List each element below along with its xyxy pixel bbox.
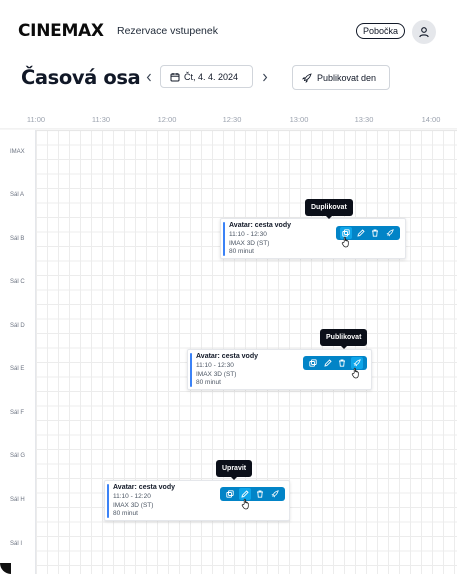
next-day-button[interactable] [259,70,271,84]
publish-button[interactable] [384,227,396,239]
hall-label-a: Sál A [10,192,25,198]
page-title: Časová osa [21,66,141,89]
calendar-icon [170,72,180,81]
publish-day-label: Publikovat den [317,72,377,83]
grid-divider [0,128,457,132]
time-label: 12:30 [222,115,242,124]
event-format: IMAX 3D (ST) [196,371,237,378]
user-icon [419,27,429,38]
event-duration: 80 minut [229,248,254,255]
event-color-bar [107,484,109,518]
event-card[interactable]: Avatar: cesta vody 11:10 - 12:30 IMAX 3D… [220,218,406,259]
hall-label-i: Sál I [10,541,23,547]
user-menu-button[interactable] [412,20,436,44]
delete-icon [256,490,263,498]
hall-label-f: Sál F [10,410,25,416]
time-label: 14:00 [421,115,441,124]
event-time: 11:10 - 12:20 [113,493,151,500]
event-duration: 80 minut [113,510,138,517]
branch-button[interactable]: Pobočka [356,23,406,39]
chevron-right-icon [263,73,268,81]
time-axis: 11:00 11:30 12:00 12:30 13:00 13:30 14:0… [0,110,457,130]
delete-button[interactable] [254,488,266,500]
edit-icon [241,490,249,498]
publish-day-button[interactable]: Publikovat den [292,65,390,90]
publish-icon [386,229,394,237]
edit-icon [357,229,365,237]
hall-label-imax: IMAX [10,149,25,155]
time-label: 13:00 [289,115,309,124]
prev-day-button[interactable] [143,70,155,84]
duplicate-button[interactable] [307,357,319,369]
hall-label-g: Sál G [10,453,26,459]
event-title: Avatar: cesta vody [229,222,291,229]
time-label: 12:00 [157,115,177,124]
event-format: IMAX 3D (ST) [113,502,154,509]
publish-button[interactable] [269,488,281,500]
event-color-bar [223,222,225,256]
hall-label-b: Sál B [10,236,25,242]
publish-icon [353,359,361,367]
duplicate-icon [226,490,235,498]
tooltip-edit: Upravit [216,460,253,480]
delete-button[interactable] [369,227,381,239]
date-label: Čt, 4. 4. 2024 [184,71,239,82]
rocket-icon [302,72,312,83]
duplicate-button[interactable] [224,488,236,500]
hall-label-c: Sál C [10,279,25,285]
event-duration: 80 minut [196,379,221,386]
app-header: CINEMAX Rezervace vstupenek Pobočka [0,0,457,62]
time-label: 11:00 [26,115,46,124]
time-label: 11:30 [91,115,111,124]
tooltip-duplicate: Duplikovat [305,199,353,219]
event-actions [220,487,285,501]
event-card[interactable]: Avatar: cesta vody 11:10 - 12:20 IMAX 3D… [104,480,290,521]
hand-cursor-icon [241,498,249,510]
hall-column: IMAX Sál A Sál B Sál C Sál D Sál E Sál F… [0,130,36,574]
time-label: 13:30 [354,115,374,124]
event-format: IMAX 3D (ST) [229,240,270,247]
event-time: 11:10 - 12:30 [196,362,234,369]
hall-label-d: Sál D [10,323,25,329]
event-card[interactable]: Avatar: cesta vody 11:10 - 12:30 IMAX 3D… [187,349,372,390]
edit-button[interactable] [322,357,334,369]
event-color-bar [190,353,192,387]
chevron-left-icon [146,73,151,81]
edit-icon [324,359,332,367]
delete-icon [339,359,346,367]
logo[interactable]: CINEMAX [18,21,104,41]
edit-button[interactable] [355,227,367,239]
event-title: Avatar: cesta vody [196,353,258,360]
event-time: 11:10 - 12:30 [229,231,267,238]
date-picker-button[interactable]: Čt, 4. 4. 2024 [160,65,253,88]
hand-cursor-icon [341,236,349,248]
event-title: Avatar: cesta vody [113,484,175,491]
hall-label-e: Sál E [10,366,25,372]
delete-icon [372,229,379,237]
delete-button[interactable] [336,357,348,369]
app-subtitle: Rezervace vstupenek [117,25,218,37]
publish-icon [271,490,279,498]
hand-cursor-icon [351,367,359,379]
duplicate-icon [309,359,317,367]
hall-label-h: Sál H [10,497,25,503]
tooltip-publish: Publikovat [320,329,368,349]
